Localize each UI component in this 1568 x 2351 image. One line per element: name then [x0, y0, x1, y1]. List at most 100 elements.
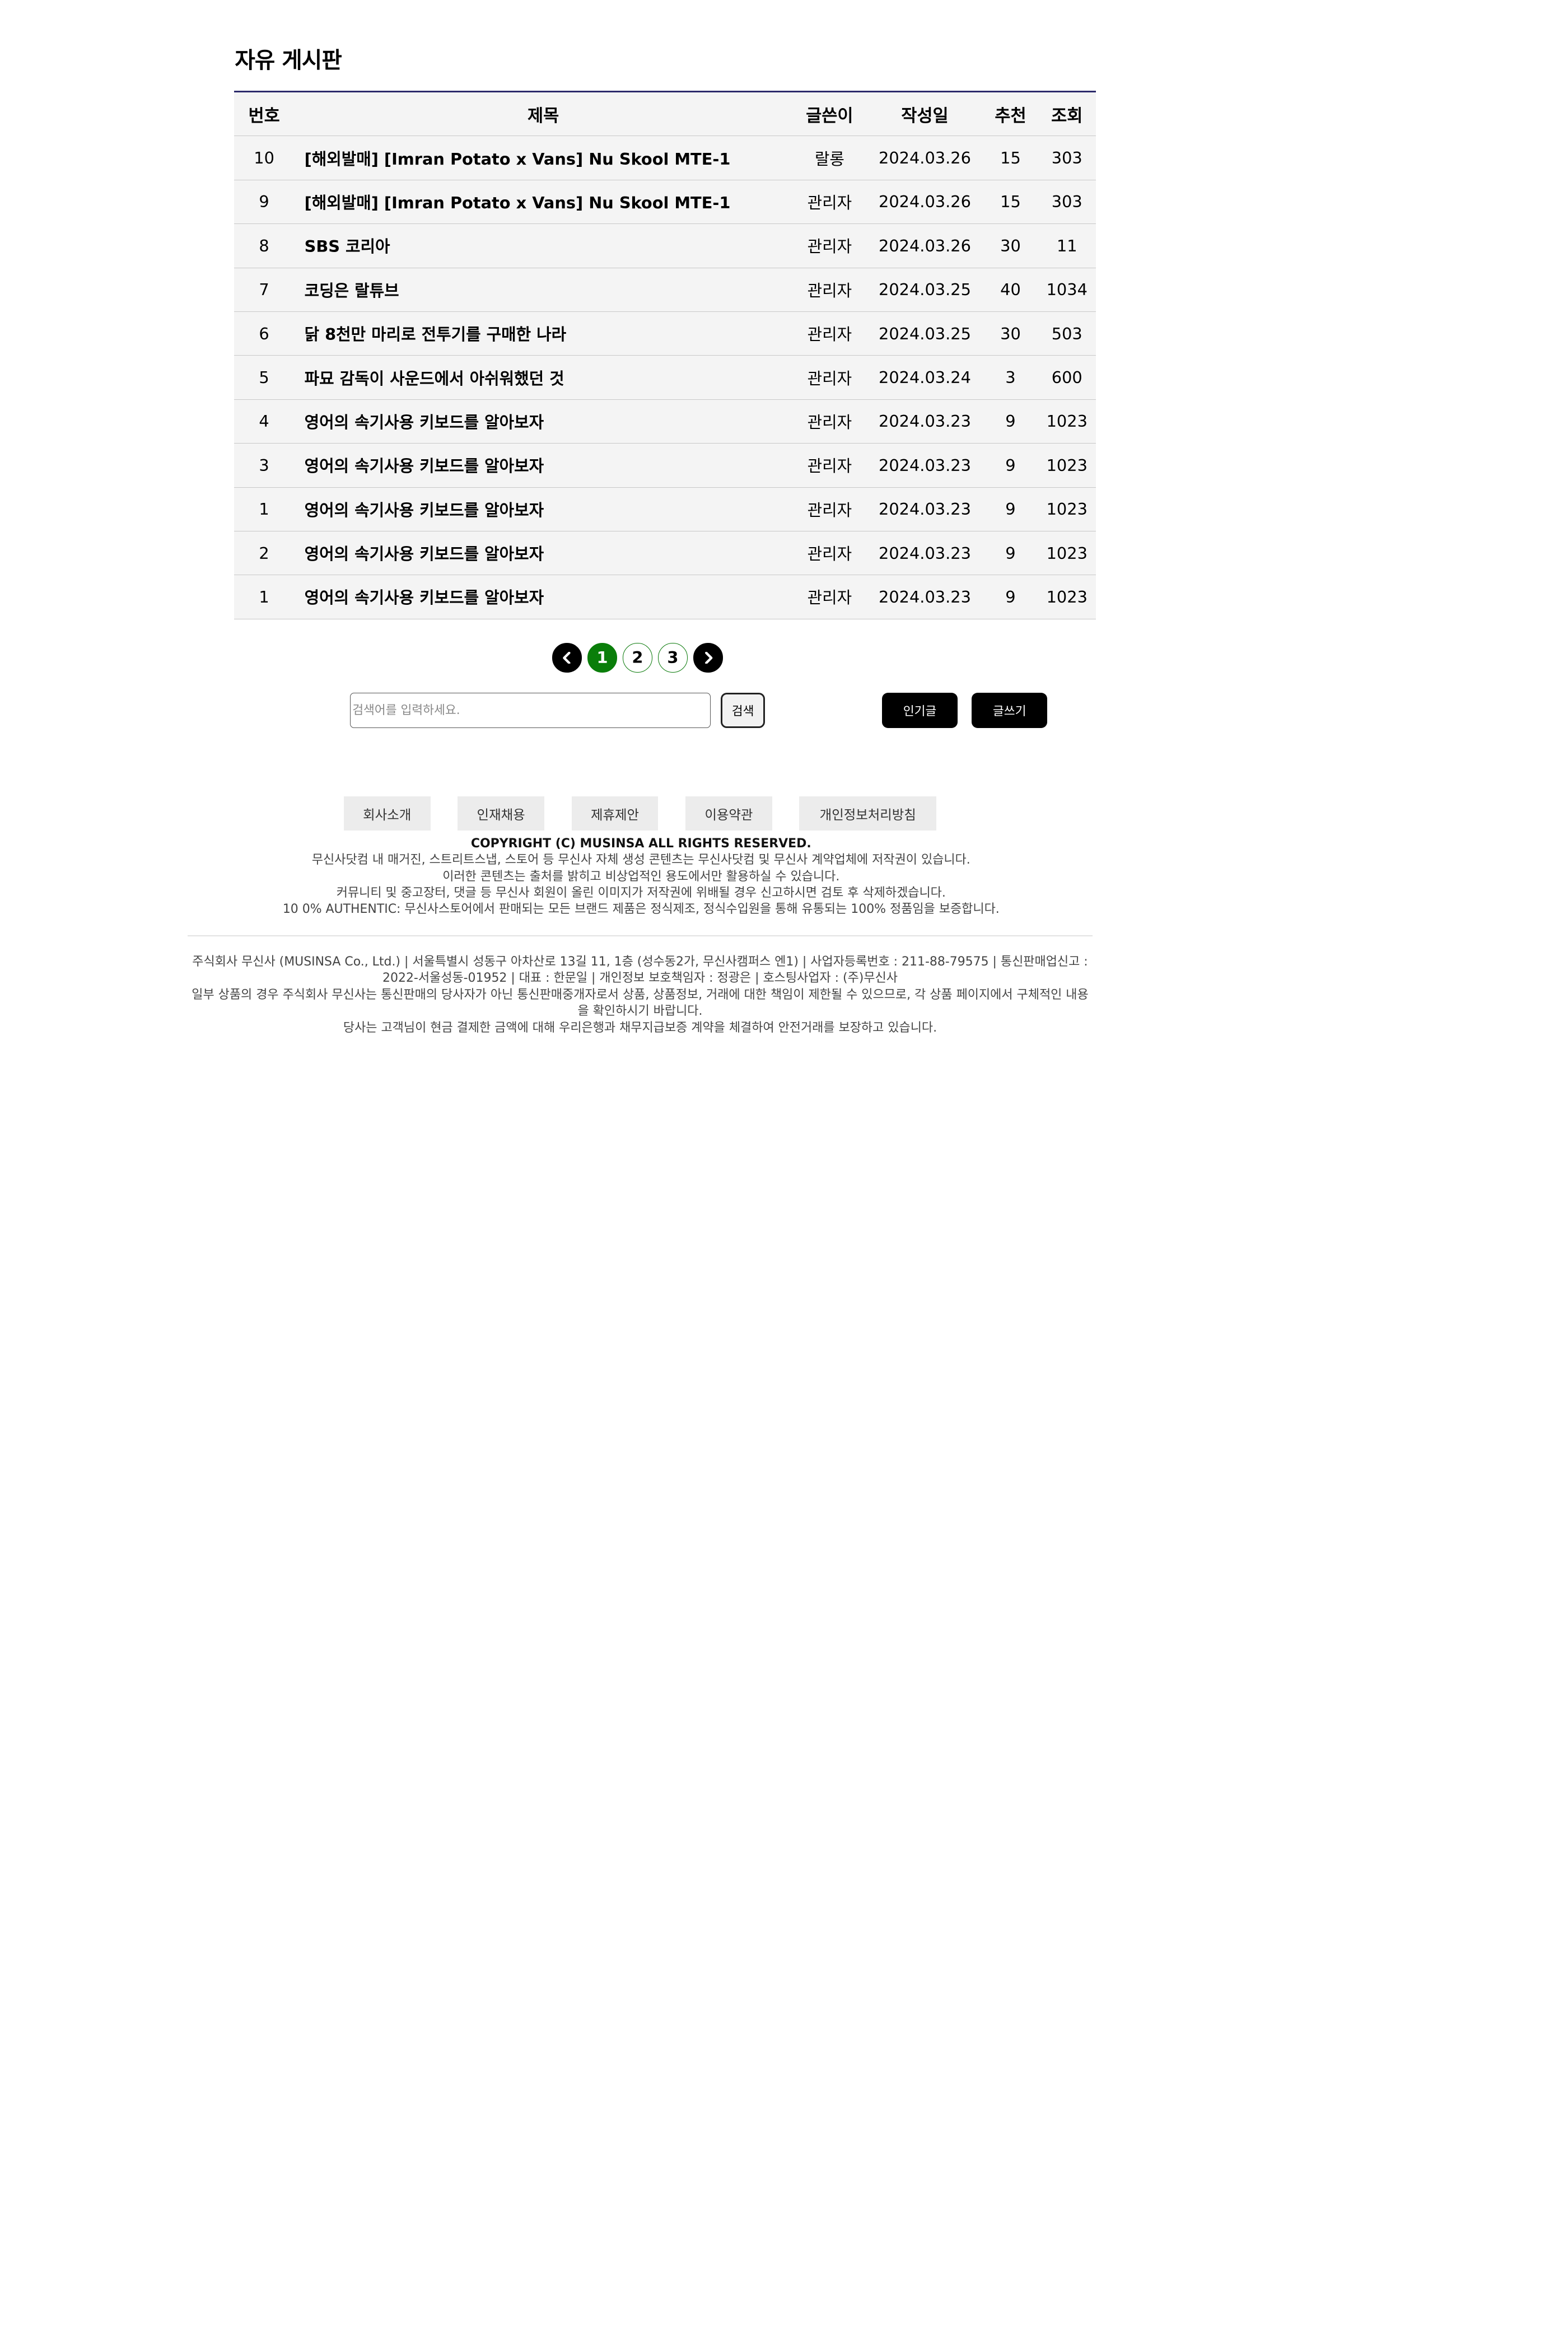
post-views: 1023	[1038, 531, 1096, 576]
company-info: 주식회사 무신사 (MUSINSA Co., Ltd.) | 서울특별시 성동구…	[188, 954, 1093, 1037]
post-date: 2024.03.23	[866, 531, 983, 576]
footer-divider	[187, 935, 1093, 937]
chevron-right-icon	[704, 651, 712, 664]
post-date: 2024.03.26	[866, 223, 983, 268]
table-row: 5 파묘 감독이 사운드에서 아쉬워했던 것 관리자 2024.03.24 3 600	[234, 355, 1096, 400]
post-title-link[interactable]: [해외발매] [Imran Potato x Vans] Nu Skool MT…	[294, 136, 792, 180]
header-title: 제목	[294, 91, 792, 137]
liability-notice: 일부 상품의 경우 주식회사 무신사는 통신판매의 당사자가 아닌 통신판매중개…	[192, 987, 1089, 1019]
footer-link-company[interactable]: 회사소개	[343, 796, 431, 831]
post-date: 2024.03.23	[866, 443, 983, 488]
post-date: 2024.03.23	[866, 487, 983, 531]
post-views: 1034	[1038, 268, 1096, 312]
post-author: 관리자	[792, 575, 867, 619]
post-author: 관리자	[792, 268, 867, 312]
footer-links: 회사소개 인재채용 제휴제안 이용약관 개인정보처리방침	[343, 796, 964, 831]
post-title-link[interactable]: 영어의 속기사용 키보드를 알아보자	[294, 443, 792, 488]
post-likes: 40	[982, 268, 1038, 312]
table-header-row: 번호 제목 글쓴이 작성일 추천 조회	[234, 91, 1096, 137]
table-row: 1 영어의 속기사용 키보드를 알아보자 관리자 2024.03.23 9 1023	[234, 575, 1096, 619]
table-row: 7 코딩은 랄튜브 관리자 2024.03.25 40 1034	[234, 268, 1096, 312]
post-title-link[interactable]: [해외발매] [Imran Potato x Vans] Nu Skool MT…	[294, 180, 792, 225]
post-views: 503	[1038, 311, 1096, 356]
search-input[interactable]	[349, 692, 711, 728]
footer-link-careers[interactable]: 인재채용	[458, 796, 544, 831]
table-row: 2 영어의 속기사용 키보드를 알아보자 관리자 2024.03.23 9 1023	[234, 531, 1096, 576]
page-button-1[interactable]: 1	[587, 643, 617, 673]
table-row: 8 SBS 코리아 관리자 2024.03.26 30 11	[234, 223, 1096, 268]
footer-link-terms[interactable]: 이용약관	[685, 796, 772, 831]
post-date: 2024.03.24	[866, 355, 983, 400]
post-date: 2024.03.23	[866, 399, 983, 444]
post-title-link[interactable]: 영어의 속기사용 키보드를 알아보자	[294, 399, 792, 444]
header-no: 번호	[234, 91, 295, 137]
post-date: 2024.03.25	[866, 268, 983, 312]
board-table: 번호 제목 글쓴이 작성일 추천 조회 10 [해외발매] [Imran Pota…	[234, 91, 1096, 619]
post-author: 관리자	[792, 531, 867, 576]
post-likes: 9	[982, 487, 1038, 531]
post-views: 1023	[1038, 443, 1096, 488]
prev-page-button[interactable]	[552, 643, 582, 673]
post-likes: 9	[982, 443, 1038, 488]
post-likes: 30	[982, 311, 1038, 356]
row-number: 1	[234, 575, 295, 619]
row-number: 3	[234, 443, 295, 488]
footer-link-partnership[interactable]: 제휴제안	[571, 796, 659, 831]
page-button-3[interactable]: 3	[658, 643, 688, 673]
escrow-notice: 당사는 고객님이 현금 결제한 금액에 대해 우리은행과 채무지급보증 계약을 …	[343, 1020, 937, 1035]
post-title-link[interactable]: 코딩은 랄튜브	[294, 268, 792, 312]
post-views: 11	[1038, 223, 1096, 268]
table-row: 1 영어의 속기사용 키보드를 알아보자 관리자 2024.03.23 9 1023	[234, 487, 1096, 531]
popular-posts-button[interactable]: 인기글	[882, 692, 958, 728]
copyright-notice: 무신사닷컴 내 매거진, 스트리트스냅, 스토어 등 무신사 자체 생성 콘텐츠…	[311, 853, 970, 867]
table-row: 4 영어의 속기사용 키보드를 알아보자 관리자 2024.03.23 9 1023	[234, 399, 1096, 444]
post-date: 2024.03.25	[866, 311, 983, 356]
post-date: 2024.03.26	[866, 180, 983, 225]
post-title-link[interactable]: 영어의 속기사용 키보드를 알아보자	[294, 575, 792, 619]
post-author: 관리자	[792, 311, 867, 356]
post-author: 관리자	[792, 223, 867, 268]
post-views: 1023	[1038, 487, 1096, 531]
copyright-block: COPYRIGHT (C) MUSINSA ALL RIGHTS RESERVE…	[0, 836, 1282, 917]
post-author: 관리자	[792, 443, 867, 488]
post-author: 관리자	[792, 355, 867, 400]
post-author: 관리자	[792, 180, 867, 225]
search-button[interactable]: 검색	[721, 692, 766, 728]
write-post-button[interactable]: 글쓰기	[972, 692, 1048, 728]
row-number: 1	[234, 487, 295, 531]
company-details: 주식회사 무신사 (MUSINSA Co., Ltd.) | 서울특별시 성동구…	[192, 954, 1088, 986]
header-date: 작성일	[866, 91, 983, 137]
post-views: 303	[1038, 180, 1096, 225]
authentic-notice: 10 0% AUTHENTIC: 무신사스토어에서 판매되는 모든 브랜드 제품…	[282, 902, 1000, 916]
next-page-button[interactable]	[693, 643, 723, 673]
board-rows: 10 [해외발매] [Imran Potato x Vans] Nu Skool …	[234, 136, 1096, 619]
row-number: 8	[234, 223, 295, 268]
copyright-notice: 이러한 콘텐츠는 출처를 밝히고 비상업적인 용도에서만 활용하실 수 있습니다…	[442, 869, 840, 884]
row-number: 7	[234, 268, 295, 312]
post-views: 303	[1038, 136, 1096, 180]
page-title: 자유 게시판	[235, 47, 342, 73]
post-title-link[interactable]: 영어의 속기사용 키보드를 알아보자	[294, 531, 792, 576]
row-number: 6	[234, 311, 295, 356]
table-row: 3 영어의 속기사용 키보드를 알아보자 관리자 2024.03.23 9 1023	[234, 443, 1096, 488]
post-author: 관리자	[792, 487, 867, 531]
post-likes: 3	[982, 355, 1038, 400]
row-number: 4	[234, 399, 295, 444]
row-number: 9	[234, 180, 295, 225]
post-likes: 15	[982, 180, 1038, 225]
row-number: 10	[234, 136, 295, 180]
post-title-link[interactable]: 영어의 속기사용 키보드를 알아보자	[294, 487, 792, 531]
post-title-link[interactable]: 닭 8천만 마리로 전투기를 구매한 나라	[294, 311, 792, 356]
post-author: 랄롱	[792, 136, 867, 180]
table-row: 10 [해외발매] [Imran Potato x Vans] Nu Skool …	[234, 136, 1096, 180]
post-views: 1023	[1038, 575, 1096, 619]
footer-link-privacy[interactable]: 개인정보처리방침	[799, 796, 937, 831]
page-button-2[interactable]: 2	[623, 643, 652, 673]
table-row: 9 [해외발매] [Imran Potato x Vans] Nu Skool M…	[234, 180, 1096, 225]
post-title-link[interactable]: SBS 코리아	[294, 223, 792, 268]
post-likes: 15	[982, 136, 1038, 180]
header-views: 조회	[1038, 91, 1096, 137]
post-title-link[interactable]: 파묘 감독이 사운드에서 아쉬워했던 것	[294, 355, 792, 400]
copyright-notice: 커뮤니티 및 중고장터, 댓글 등 무신사 회원이 올린 이미지가 저작권에 위…	[336, 885, 946, 900]
post-likes: 9	[982, 531, 1038, 576]
